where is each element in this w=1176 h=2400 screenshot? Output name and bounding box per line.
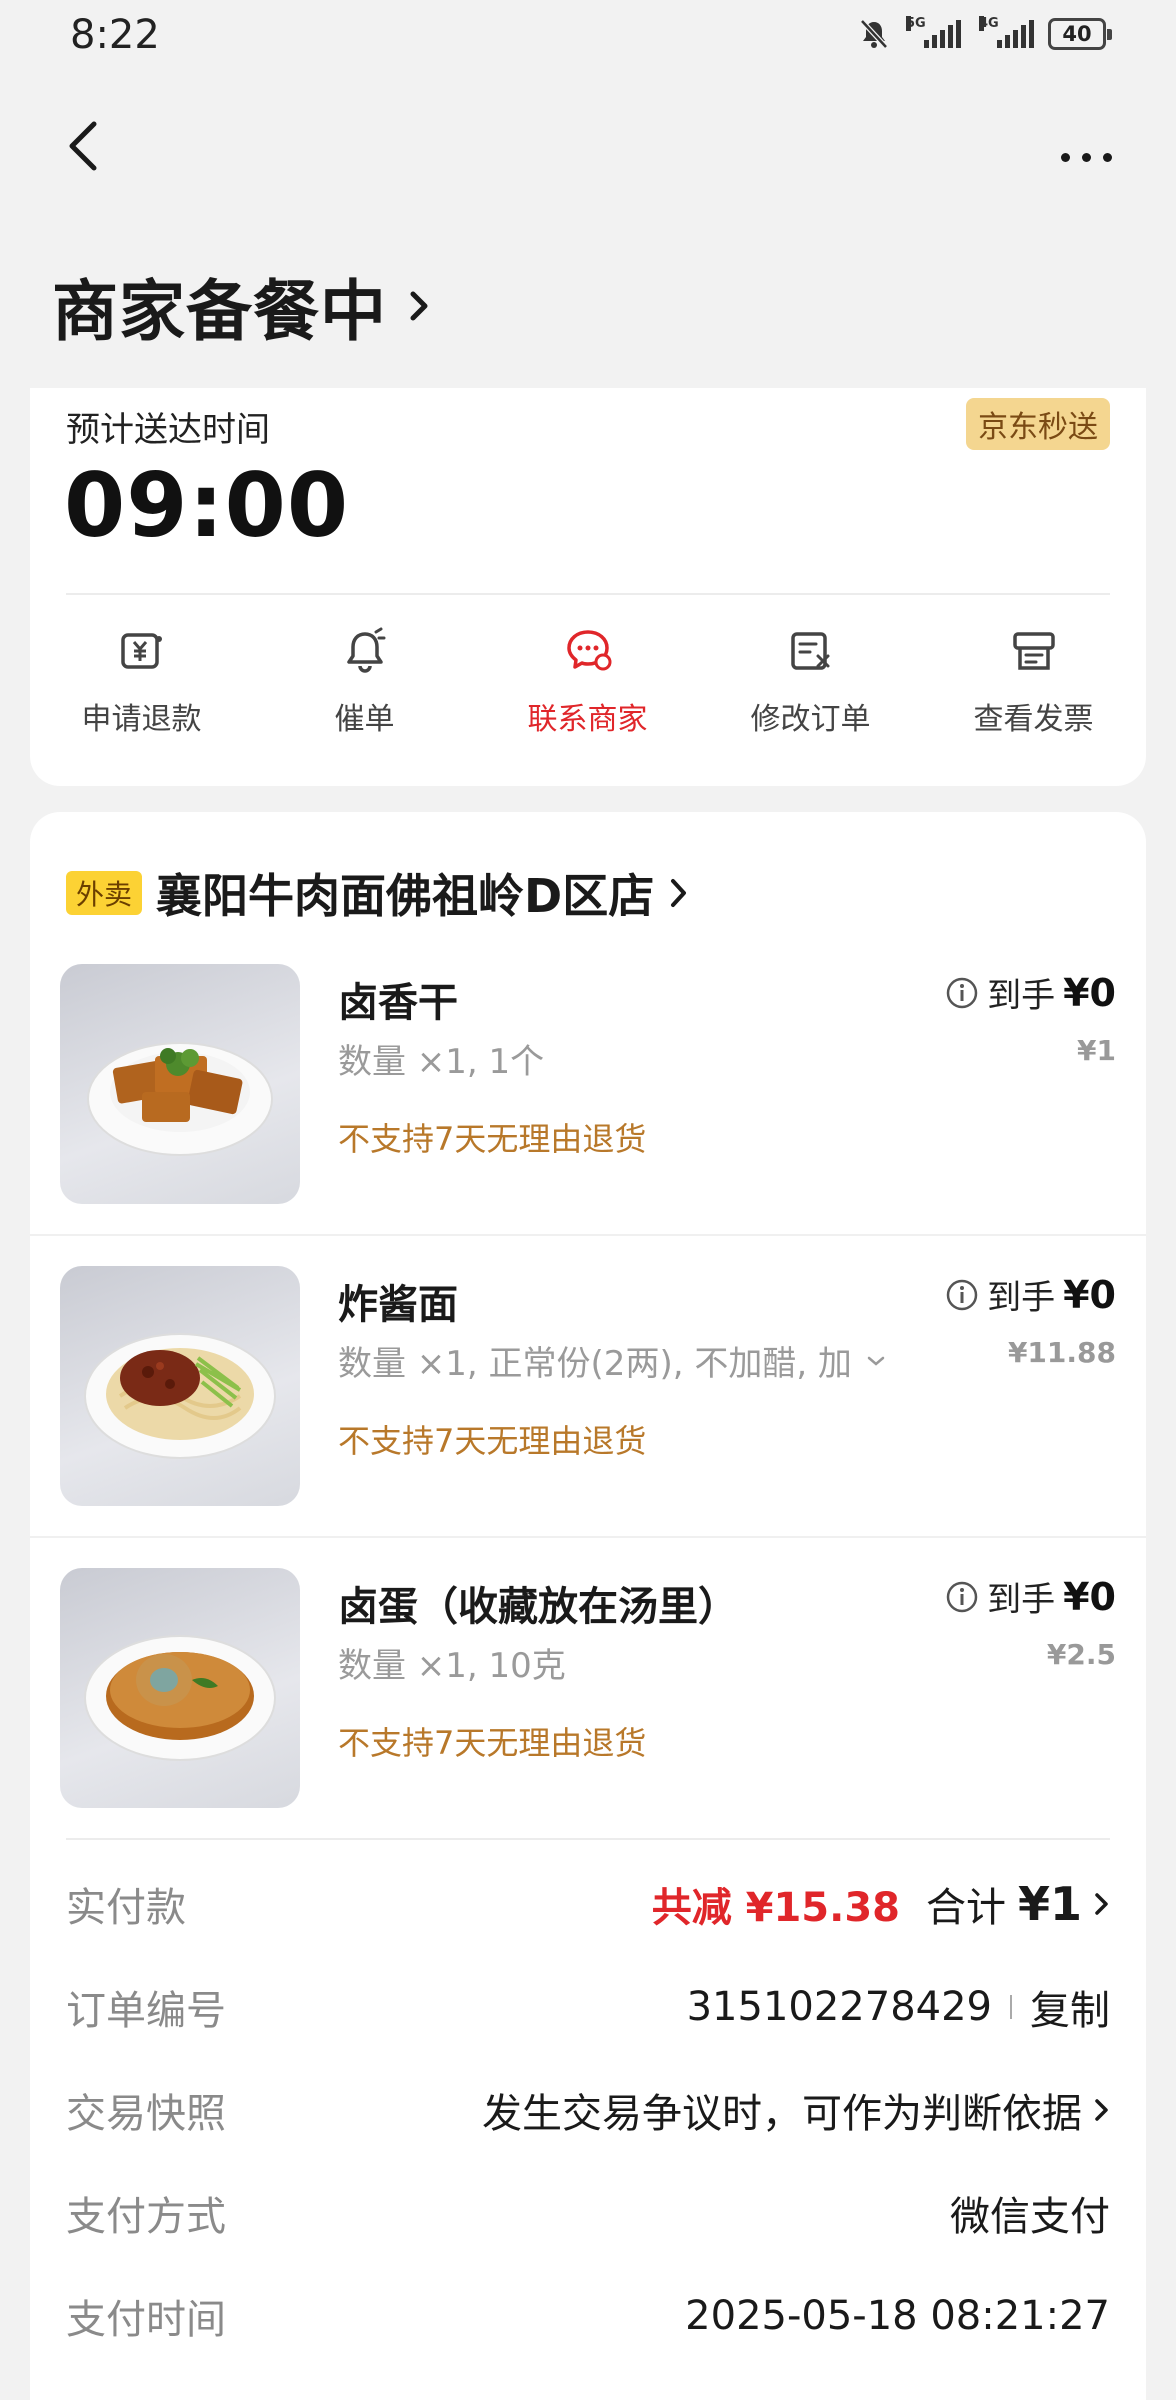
divider xyxy=(66,593,1110,595)
return-policy-note: 不支持7天无理由退货 xyxy=(338,1422,647,1460)
action-label: 申请退款 xyxy=(81,702,202,737)
mute-bell-icon xyxy=(860,19,888,49)
discount-total: 共减 ¥15.38 xyxy=(651,1885,900,1931)
order-number: 315102278429 xyxy=(686,1984,992,2030)
status-time: 8:22 xyxy=(70,12,160,58)
page-title: 商家备餐中 xyxy=(52,273,387,350)
status-bar: 8:22 5G 4G 40 xyxy=(0,0,1176,72)
item-original-price: ¥2.5 xyxy=(1046,1638,1116,1671)
view-invoice-button[interactable]: 查看发票 xyxy=(922,626,1145,738)
urge-order-button[interactable]: 催单 xyxy=(253,626,476,738)
delivery-card: 预计送达时间 09:00 京东秒送 申请退款 催单 联系商家 修改订单 查看发票 xyxy=(30,388,1146,786)
item-image xyxy=(60,1568,300,1808)
order-card: 外卖 襄阳牛肉面佛祖岭D区店 卤香干 数量 ×1, 1个 不支持7天无理由退货 xyxy=(30,812,1146,2400)
bell-icon xyxy=(346,627,385,673)
signal-4g-icon: 4G xyxy=(979,16,1034,48)
eta-label: 预计送达时间 xyxy=(66,410,270,450)
battery-icon: 40 xyxy=(1048,18,1112,50)
payment-method: 微信支付 xyxy=(950,2194,1110,2240)
divider xyxy=(1010,1995,1012,2019)
more-dot-icon xyxy=(1102,152,1112,162)
item-image xyxy=(60,1266,300,1506)
chevron-right-icon xyxy=(671,879,687,907)
takeout-tag: 外卖 xyxy=(66,871,143,915)
item-final-price: 到手 ¥0 xyxy=(945,1572,1116,1621)
order-item[interactable]: 卤蛋（收藏放在汤里） 数量 ×1, 10克 不支持7天无理由退货 到手 ¥0 ¥2… xyxy=(30,1538,1146,1840)
more-dot-icon xyxy=(1060,152,1070,162)
store-link[interactable]: 外卖 襄阳牛肉面佛祖岭D区店 xyxy=(66,860,690,926)
invoice-icon xyxy=(1012,632,1055,670)
chevron-down-icon xyxy=(867,1356,885,1366)
back-button[interactable] xyxy=(56,110,116,180)
delivery-service-badge: 京东秒送 xyxy=(966,398,1110,450)
signal-5g-icon: 5G xyxy=(906,16,961,48)
item-image xyxy=(60,964,300,1204)
item-original-price: ¥11.88 xyxy=(1007,1336,1116,1369)
info-label: 支付时间 xyxy=(66,2297,226,2343)
price-value: ¥0 xyxy=(1063,970,1116,1015)
payment-time: 2025-05-18 08:21:27 xyxy=(685,2293,1110,2339)
price-value: ¥0 xyxy=(1063,1272,1116,1317)
snapshot-description: 发生交易争议时，可作为判断依据 xyxy=(482,2091,1082,2137)
copy-button[interactable]: 复制 xyxy=(1030,1978,1110,2036)
chevron-right-icon xyxy=(1095,2099,1108,2121)
item-quantity-text: 数量 ×1, 正常份(2两), 不加醋, 加 xyxy=(338,1344,852,1384)
total-label: 合计 xyxy=(925,1885,1006,1931)
more-button[interactable] xyxy=(1046,132,1126,182)
trade-snapshot-row[interactable]: 交易快照 发生交易争议时，可作为判断依据 xyxy=(66,2070,1110,2150)
info-icon[interactable] xyxy=(945,976,979,1010)
action-label: 催单 xyxy=(334,702,395,737)
contact-merchant-button[interactable]: 联系商家 xyxy=(476,626,699,738)
item-quantity: 数量 ×1, 1个 xyxy=(338,1042,545,1082)
refund-icon xyxy=(120,633,162,669)
item-name: 炸酱面 xyxy=(338,1282,458,1328)
info-label: 实付款 xyxy=(66,1885,186,1931)
divider xyxy=(66,1838,1110,1840)
item-original-price: ¥1 xyxy=(1077,1034,1116,1067)
return-policy-note: 不支持7天无理由退货 xyxy=(338,1724,647,1762)
order-actions: 申请退款 催单 联系商家 修改订单 查看发票 xyxy=(30,626,1146,738)
return-policy-note: 不支持7天无理由退货 xyxy=(338,1120,647,1158)
item-final-price: 到手 ¥0 xyxy=(945,968,1116,1017)
payment-method-row: 支付方式 微信支付 xyxy=(66,2173,1110,2253)
item-name: 卤香干 xyxy=(338,980,458,1026)
item-name: 卤蛋（收藏放在汤里） xyxy=(338,1584,738,1630)
info-icon[interactable] xyxy=(945,1580,979,1614)
modify-order-button[interactable]: 修改订单 xyxy=(699,626,922,738)
edit-order-icon xyxy=(790,632,829,670)
info-value: 315102278429 复制 xyxy=(687,1978,1110,2036)
item-quantity[interactable]: 数量 ×1, 正常份(2两), 不加醋, 加 xyxy=(338,1336,886,1385)
info-icon[interactable] xyxy=(945,1278,979,1312)
more-dot-icon xyxy=(1081,152,1091,162)
order-item[interactable]: 卤香干 数量 ×1, 1个 不支持7天无理由退货 到手 ¥0 ¥1 xyxy=(30,934,1146,1236)
paid-amount-row[interactable]: 实付款 共减 ¥15.38 合计 ¥1 xyxy=(66,1864,1110,1944)
order-status-title[interactable]: 商家备餐中 xyxy=(52,258,437,354)
price-label: 到手 xyxy=(987,1278,1056,1318)
store-name: 襄阳牛肉面佛祖岭D区店 xyxy=(156,869,655,923)
item-quantity: 数量 ×1, 10克 xyxy=(338,1646,566,1686)
price-value: ¥0 xyxy=(1063,1574,1116,1619)
info-value: 发生交易争议时，可作为判断依据 xyxy=(482,2081,1110,2139)
action-label: 修改订单 xyxy=(750,702,871,737)
price-label: 到手 xyxy=(987,1580,1056,1620)
action-label: 查看发票 xyxy=(973,702,1094,737)
info-label: 支付方式 xyxy=(66,2194,226,2240)
item-final-price: 到手 ¥0 xyxy=(945,1270,1116,1319)
chevron-right-icon xyxy=(1095,1893,1108,1915)
price-label: 到手 xyxy=(987,976,1056,1016)
refund-button[interactable]: 申请退款 xyxy=(30,626,253,738)
chat-icon xyxy=(566,630,611,671)
total-amount: ¥1 xyxy=(1017,1877,1082,1931)
eta-time: 09:00 xyxy=(64,454,350,557)
payment-time-row: 支付时间 2025-05-18 08:21:27 xyxy=(66,2276,1110,2356)
order-number-row: 订单编号 315102278429 复制 xyxy=(66,1967,1110,2047)
status-icons: 5G 4G 40 xyxy=(858,16,1112,50)
info-value: 共减 ¥15.38 合计 ¥1 xyxy=(652,1875,1110,1933)
action-label: 联系商家 xyxy=(527,702,648,737)
order-item[interactable]: 炸酱面 数量 ×1, 正常份(2两), 不加醋, 加 不支持7天无理由退货 到手… xyxy=(30,1236,1146,1538)
chevron-right-icon xyxy=(410,291,428,321)
chevron-left-icon xyxy=(69,121,97,171)
info-label: 交易快照 xyxy=(66,2091,226,2137)
info-label: 订单编号 xyxy=(66,1988,226,2034)
